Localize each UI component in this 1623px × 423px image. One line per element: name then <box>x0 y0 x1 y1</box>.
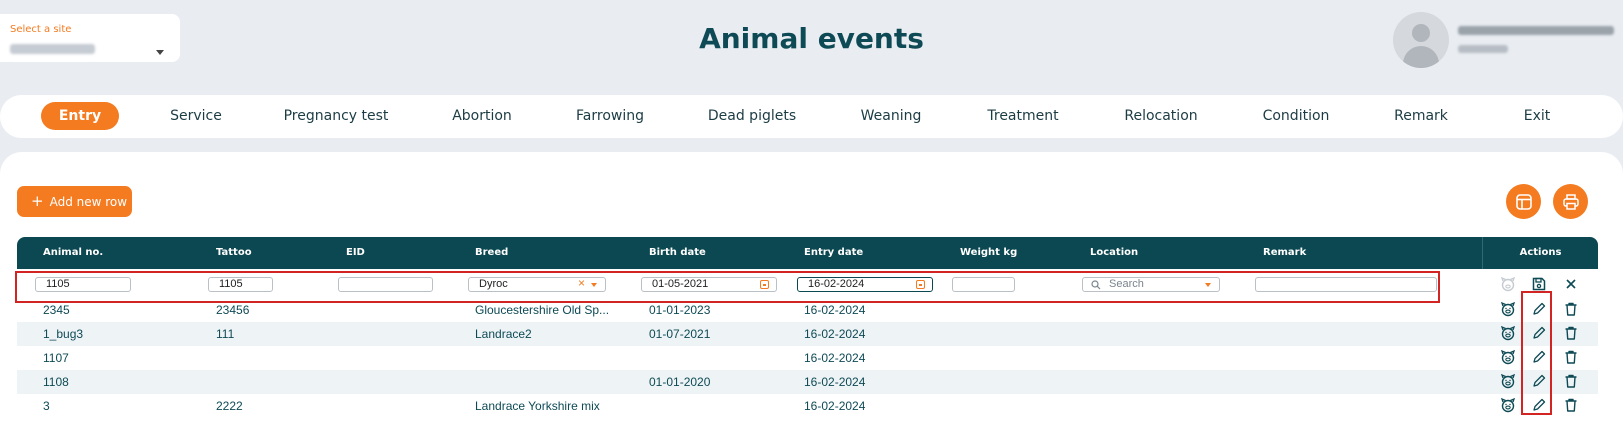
col-breed[interactable]: Breed <box>475 247 508 258</box>
tab-relocation[interactable]: Relocation <box>1118 102 1203 130</box>
col-actions: Actions <box>1482 237 1598 269</box>
tab-weaning[interactable]: Weaning <box>855 102 928 130</box>
event-tabs: Entry Service Pregnancy test Abortion Fa… <box>0 95 1623 138</box>
user-email <box>1458 26 1614 35</box>
table-layout-button[interactable] <box>1506 184 1541 219</box>
trash-icon[interactable] <box>1562 324 1580 342</box>
cell-animal-no: 1107 <box>43 351 69 365</box>
cell-tattoo: 111 <box>216 327 235 341</box>
add-new-row-button[interactable]: + Add new row <box>17 186 132 217</box>
trash-icon[interactable] <box>1562 396 1580 414</box>
cell-breed: Landrace Yorkshire mix <box>475 399 600 413</box>
tab-remark[interactable]: Remark <box>1388 102 1454 130</box>
tab-farrowing[interactable]: Farrowing <box>570 102 650 130</box>
tab-treatment[interactable]: Treatment <box>981 102 1064 130</box>
table-row[interactable]: 1108 01-01-2020 16-02-2024 <box>17 370 1598 394</box>
tab-condition[interactable]: Condition <box>1257 102 1336 130</box>
cell-breed: Gloucestershire Old Sp... <box>475 303 610 317</box>
edit-actions-highlight <box>1521 291 1552 415</box>
cell-animal-no: 3 <box>43 399 50 413</box>
col-entry-date[interactable]: Entry date <box>804 247 863 258</box>
table-row[interactable]: 1107 16-02-2024 <box>17 346 1598 370</box>
user-site <box>1458 45 1508 53</box>
cell-tattoo: 23456 <box>216 303 250 317</box>
pig-icon[interactable] <box>1499 348 1517 366</box>
tab-pregnancy-test[interactable]: Pregnancy test <box>278 102 395 130</box>
col-animal-no[interactable]: Animal no. <box>43 247 103 258</box>
pig-icon[interactable] <box>1499 372 1517 390</box>
trash-icon[interactable] <box>1562 372 1580 390</box>
cell-animal-no: 1108 <box>43 375 69 389</box>
col-tattoo[interactable]: Tattoo <box>216 247 252 258</box>
plus-icon: + <box>31 192 44 210</box>
trash-icon[interactable] <box>1562 348 1580 366</box>
col-weight[interactable]: Weight kg <box>960 247 1017 258</box>
print-icon <box>1562 193 1579 210</box>
avatar-icon[interactable] <box>1393 12 1449 68</box>
cell-tattoo: 2222 <box>216 399 243 413</box>
cell-breed: Landrace2 <box>475 327 532 341</box>
table-row[interactable]: 2345 23456 Gloucestershire Old Sp... 01-… <box>17 298 1598 322</box>
print-button[interactable] <box>1553 184 1588 219</box>
cell-birth-date: 01-01-2020 <box>649 375 711 389</box>
tab-abortion[interactable]: Abortion <box>446 102 518 130</box>
trash-icon[interactable] <box>1562 300 1580 318</box>
cell-entry-date: 16-02-2024 <box>804 303 866 317</box>
pig-icon[interactable] <box>1499 300 1517 318</box>
col-location[interactable]: Location <box>1090 247 1138 258</box>
table-row[interactable]: 1_bug3 111 Landrace2 01-07-2021 16-02-20… <box>17 322 1598 346</box>
tab-dead-piglets[interactable]: Dead piglets <box>702 102 802 130</box>
cell-entry-date: 16-02-2024 <box>804 327 866 341</box>
cell-birth-date: 01-07-2021 <box>649 327 711 341</box>
close-icon[interactable] <box>1562 275 1580 293</box>
table-row[interactable]: 3 2222 Landrace Yorkshire mix 16-02-2024 <box>17 394 1598 418</box>
table-header: Animal no. Tattoo EID Breed Birth date E… <box>17 237 1598 269</box>
cell-birth-date: 01-01-2023 <box>649 303 711 317</box>
col-birth-date[interactable]: Birth date <box>649 247 706 258</box>
pig-icon[interactable] <box>1499 324 1517 342</box>
col-eid[interactable]: EID <box>346 247 365 258</box>
cell-animal-no: 1_bug3 <box>43 327 84 341</box>
cell-entry-date: 16-02-2024 <box>804 351 866 365</box>
cell-entry-date: 16-02-2024 <box>804 375 866 389</box>
tab-entry[interactable]: Entry <box>41 102 119 130</box>
add-new-row-label: Add new row <box>49 195 128 209</box>
tab-exit[interactable]: Exit <box>1518 102 1557 130</box>
cell-animal-no: 2345 <box>43 303 70 317</box>
pig-icon-disabled <box>1499 275 1517 293</box>
col-remark[interactable]: Remark <box>1263 247 1306 258</box>
tab-service[interactable]: Service <box>164 102 228 130</box>
page-title: Animal events <box>699 22 924 55</box>
pig-icon[interactable] <box>1499 396 1517 414</box>
table-layout-icon <box>1515 193 1532 210</box>
cell-entry-date: 16-02-2024 <box>804 399 866 413</box>
